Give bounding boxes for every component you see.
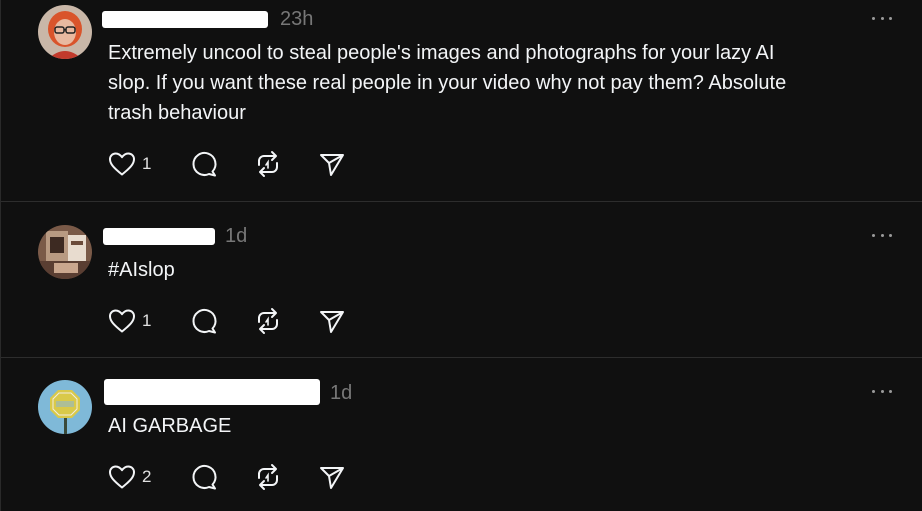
repost-button[interactable] xyxy=(254,307,318,335)
more-options-icon[interactable] xyxy=(872,232,892,238)
reply-button[interactable] xyxy=(190,463,254,491)
more-options-icon[interactable] xyxy=(872,388,892,394)
repost-button[interactable] xyxy=(254,463,318,491)
post-actions: 1 xyxy=(108,150,346,178)
like-count: 1 xyxy=(142,154,152,173)
send-icon xyxy=(320,467,344,489)
avatar[interactable] xyxy=(38,380,92,434)
share-button[interactable] xyxy=(318,307,346,335)
comment-icon xyxy=(192,309,217,334)
post-actions: 1 xyxy=(108,307,346,335)
post[interactable]: 1d #AIslop 1 xyxy=(1,203,922,358)
comment-icon xyxy=(192,152,217,177)
more-options-icon[interactable] xyxy=(872,15,892,21)
post-timestamp[interactable]: 1d xyxy=(330,383,352,403)
thread-feed: 23h Extremely uncool to steal people's i… xyxy=(0,0,922,511)
repost-button[interactable] xyxy=(254,150,318,178)
like-button[interactable]: 1 xyxy=(108,308,190,334)
heart-icon xyxy=(109,465,135,489)
share-button[interactable] xyxy=(318,150,346,178)
post-text: Extremely uncool to steal people's image… xyxy=(108,42,787,124)
repost-icon xyxy=(258,308,278,334)
avatar[interactable] xyxy=(38,5,92,59)
username-redacted[interactable] xyxy=(104,379,320,405)
avatar[interactable] xyxy=(38,225,92,279)
reply-button[interactable] xyxy=(190,150,254,178)
username-redacted[interactable] xyxy=(102,11,268,28)
comment-icon xyxy=(192,465,217,490)
post-timestamp[interactable]: 1d xyxy=(225,226,247,246)
heart-icon xyxy=(109,309,135,333)
post[interactable]: 23h Extremely uncool to steal people's i… xyxy=(1,0,922,202)
post-text: AI GARBAGE xyxy=(108,415,232,437)
like-count: 1 xyxy=(142,311,152,330)
repost-icon xyxy=(258,151,278,177)
post-timestamp[interactable]: 23h xyxy=(280,9,313,29)
username-redacted[interactable] xyxy=(103,228,215,245)
like-count: 2 xyxy=(142,467,152,486)
send-icon xyxy=(320,154,344,176)
reply-button[interactable] xyxy=(190,307,254,335)
share-button[interactable] xyxy=(318,463,346,491)
post-text: #AIslop xyxy=(108,259,175,281)
post[interactable]: 1d AI GARBAGE 2 xyxy=(1,359,922,511)
repost-icon xyxy=(258,464,278,490)
heart-icon xyxy=(109,152,135,176)
like-button[interactable]: 2 xyxy=(108,464,190,490)
send-icon xyxy=(320,311,344,333)
post-actions: 2 xyxy=(108,463,346,491)
like-button[interactable]: 1 xyxy=(108,151,190,177)
